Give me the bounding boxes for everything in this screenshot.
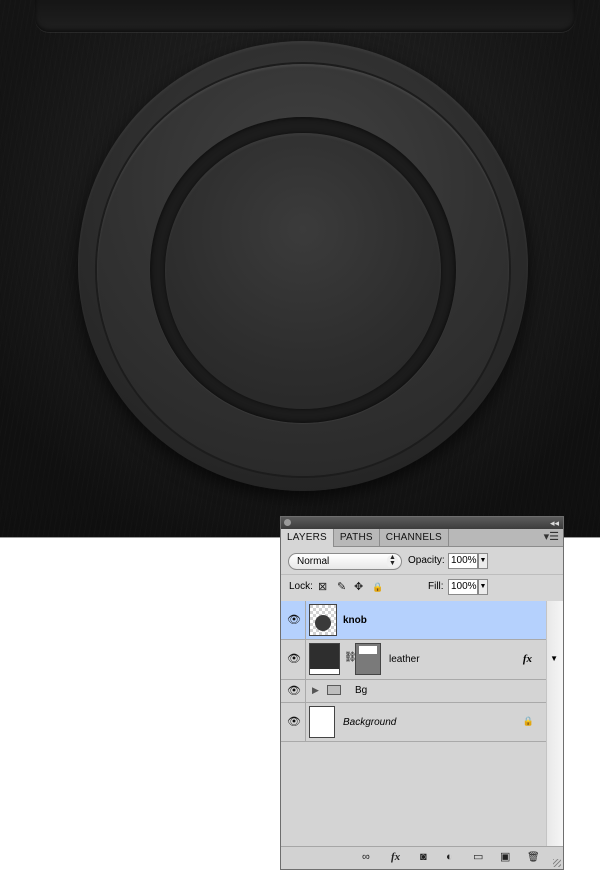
visibility-toggle[interactable]: 👁 bbox=[281, 640, 306, 679]
new-layer-icon[interactable]: ▣ bbox=[500, 851, 510, 864]
thumbnail-strip bbox=[310, 669, 339, 674]
opacity-input[interactable]: 100% bbox=[448, 553, 478, 569]
visibility-toggle[interactable]: 👁 bbox=[281, 680, 306, 702]
add-layer-style-icon[interactable]: fx bbox=[391, 851, 400, 864]
layer-thumbnail-knob bbox=[309, 604, 337, 636]
new-group-icon[interactable]: ▭ bbox=[473, 851, 483, 864]
layer-thumbnail-leather bbox=[309, 643, 340, 675]
mask-shape bbox=[359, 646, 377, 654]
panel-titlebar[interactable]: ◂◂ bbox=[281, 517, 563, 529]
lock-transparent-icon[interactable]: ⊠ bbox=[318, 581, 327, 593]
new-adjustment-layer-icon[interactable]: ◐ bbox=[446, 851, 453, 864]
link-layers-icon[interactable]: ∞ bbox=[362, 851, 370, 864]
layer-locked-icon: 🔒 bbox=[522, 716, 534, 726]
eye-icon: 👁 bbox=[287, 716, 301, 728]
knob-center bbox=[165, 133, 441, 409]
add-mask-icon[interactable]: ◙ bbox=[420, 851, 427, 864]
layer-name[interactable]: knob bbox=[343, 615, 367, 627]
layers-scrollbar[interactable] bbox=[546, 601, 563, 849]
blend-opacity-row: Normal ▲ ▼ Opacity: 100% ▼ bbox=[288, 552, 563, 572]
panel-tabs: LAYERS PATHS CHANNELS ▾☰ bbox=[281, 529, 563, 547]
resize-grip-icon[interactable] bbox=[553, 859, 561, 867]
fill-slider-button[interactable]: ▼ bbox=[478, 579, 488, 595]
opacity-label: Opacity: bbox=[408, 555, 445, 566]
fill-input[interactable]: 100% bbox=[448, 579, 478, 595]
lock-label: Lock: bbox=[289, 581, 313, 592]
eye-icon: 👁 bbox=[287, 614, 301, 626]
fill-label: Fill: bbox=[428, 581, 444, 592]
eye-icon: 👁 bbox=[287, 653, 301, 665]
eye-icon: 👁 bbox=[287, 685, 301, 697]
layers-list: 👁 knob 👁 ⛓ leather fx ▼ 👁 ▶ Bg 👁 Backgro… bbox=[281, 601, 563, 849]
layer-thumbnail-background bbox=[309, 706, 335, 738]
knob-thumbnail-shape bbox=[315, 615, 331, 631]
delete-layer-icon[interactable]: 🗑 bbox=[527, 851, 540, 864]
layer-row-leather[interactable]: 👁 ⛓ leather fx ▼ bbox=[281, 640, 558, 680]
panel-bottom-toolbar: ∞ fx ◙ ◐ ▭ ▣ 🗑 bbox=[281, 846, 563, 869]
layers-panel: ◂◂ LAYERS PATHS CHANNELS ▾☰ Normal ▲ ▼ Op… bbox=[280, 516, 564, 870]
visibility-toggle[interactable]: 👁 bbox=[281, 601, 306, 639]
layer-name[interactable]: leather bbox=[389, 654, 420, 666]
layer-row-bg-group[interactable]: 👁 ▶ Bg bbox=[281, 680, 546, 703]
panel-close-button[interactable] bbox=[284, 519, 291, 526]
expand-effects-icon[interactable]: ▼ bbox=[550, 654, 558, 663]
layer-name[interactable]: Background bbox=[343, 717, 396, 729]
top-leather-plate bbox=[35, 0, 575, 32]
layer-row-background[interactable]: 👁 Background 🔒 bbox=[281, 703, 546, 742]
layer-effects-icon[interactable]: fx bbox=[523, 653, 532, 665]
tab-layers[interactable]: LAYERS bbox=[281, 529, 334, 547]
expand-group-arrow-icon[interactable]: ▶ bbox=[312, 685, 319, 696]
lock-all-icon[interactable]: 🔒 bbox=[372, 581, 383, 593]
collapse-panel-icon[interactable]: ◂◂ bbox=[550, 517, 559, 529]
layer-name[interactable]: Bg bbox=[355, 685, 367, 697]
layer-mask-thumbnail[interactable] bbox=[355, 643, 381, 675]
lock-fill-row: Lock: ⊠ ✎ ✥ 🔒 Fill: 100% ▼ bbox=[281, 574, 563, 602]
select-arrows-icon: ▲ ▼ bbox=[387, 554, 398, 568]
tab-channels[interactable]: CHANNELS bbox=[380, 529, 449, 546]
lock-paint-icon[interactable]: ✎ bbox=[337, 581, 346, 593]
lock-move-icon[interactable]: ✥ bbox=[354, 581, 363, 593]
document-canvas[interactable] bbox=[0, 0, 600, 538]
layer-row-knob[interactable]: 👁 knob bbox=[281, 601, 546, 640]
panel-menu-icon[interactable]: ▾☰ bbox=[544, 529, 559, 546]
opacity-slider-button[interactable]: ▼ bbox=[478, 553, 488, 569]
tab-paths[interactable]: PATHS bbox=[334, 529, 380, 546]
folder-icon bbox=[327, 685, 341, 695]
blend-mode-value: Normal bbox=[297, 556, 330, 567]
visibility-toggle[interactable]: 👁 bbox=[281, 703, 306, 741]
blend-mode-select[interactable]: Normal ▲ ▼ bbox=[288, 553, 402, 570]
